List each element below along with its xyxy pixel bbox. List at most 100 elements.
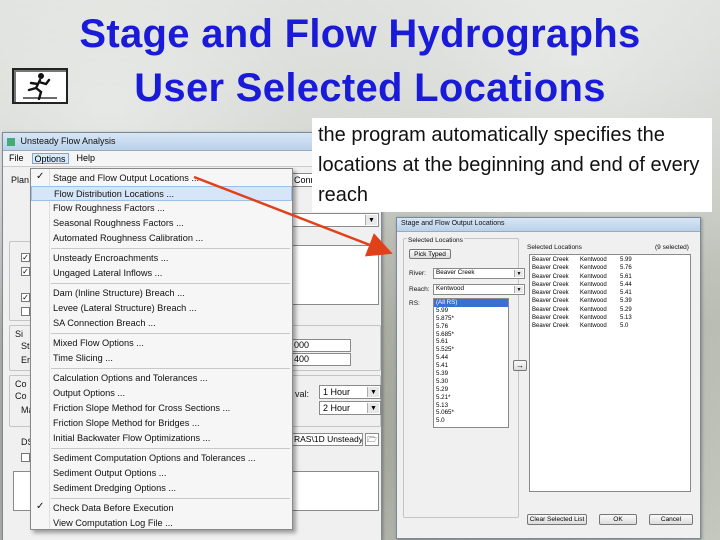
reach-dropdown[interactable]: Kentwood ▼ — [433, 284, 525, 295]
clear-selected-list-button[interactable]: Clear Selected List — [527, 514, 587, 525]
options-menu: Stage and Flow Output Locations ... ✓ Flow… — [30, 168, 293, 530]
checkbox-4[interactable] — [21, 307, 30, 316]
sim-label: Si — [15, 329, 24, 339]
selected-location-row[interactable]: Beaver Creek Kentwood 5.29 — [530, 306, 690, 314]
rs-list-item[interactable]: 5.99 — [434, 307, 508, 315]
menu-options[interactable]: Options — [31, 153, 69, 164]
menu-item-14[interactable]: Output Options ... — [31, 386, 292, 401]
selected-locations-group-label: Selected Locations — [407, 237, 464, 244]
menu-item-12[interactable]: Time Slicing ... — [31, 351, 292, 366]
rs-list-item[interactable]: 5.41 — [434, 362, 508, 370]
menu-item-7[interactable]: Ungaged Lateral Inflows ... — [31, 266, 292, 281]
location-river: Beaver Creek — [532, 298, 569, 305]
menu-item-22[interactable]: View Computation Log File ... — [31, 516, 292, 531]
rs-list-item[interactable]: 5.065* — [434, 409, 508, 417]
menu-item-13[interactable]: Calculation Options and Tolerances ... — [31, 371, 292, 386]
menu-help[interactable]: Help — [75, 153, 98, 164]
menu-item-15[interactable]: Friction Slope Method for Cross Sections… — [31, 401, 292, 416]
selected-location-row[interactable]: Beaver Creek Kentwood 5.13 — [530, 314, 690, 322]
rs-list-item[interactable]: 5.44 — [434, 354, 508, 362]
location-river: Beaver Creek — [532, 323, 569, 330]
co2-label: Co — [15, 391, 27, 401]
location-rs: 5.99 — [620, 257, 632, 263]
rs-list-item[interactable]: 5.29 — [434, 386, 508, 394]
end-time-field[interactable]: 400 — [291, 353, 351, 366]
location-reach: Kentwood — [580, 281, 607, 288]
folder-icon[interactable]: 🗁 — [365, 433, 379, 446]
add-location-button[interactable]: → — [513, 360, 527, 371]
rs-list-item[interactable]: 5.875* — [434, 315, 508, 323]
check-icon: ✓ — [36, 501, 45, 512]
window-title: Unsteady Flow Analysis — [20, 136, 116, 146]
chevron-down-icon: ▼ — [367, 403, 379, 413]
menu-item-18[interactable]: Sediment Computation Options and Toleran… — [31, 451, 292, 466]
rs-list-item[interactable]: 5.61 — [434, 338, 508, 346]
menu-item-21[interactable]: Check Data Before Execution — [31, 501, 292, 516]
menu-item-6[interactable]: Unsteady Encroachments ... — [31, 251, 292, 266]
menu-item-4[interactable]: Seasonal Roughness Factors ... — [31, 216, 292, 231]
menu-item-1[interactable]: Stage and Flow Output Locations ... — [31, 171, 292, 186]
menu-item-10[interactable]: SA Connection Breach ... — [31, 316, 292, 331]
menu-separator — [51, 333, 290, 334]
menu-item-8[interactable]: Dam (Inline Structure) Breach ... — [31, 286, 292, 301]
description-box[interactable] — [291, 245, 379, 305]
rs-label: RS: — [409, 300, 420, 307]
location-rs: 5.61 — [620, 273, 632, 280]
rs-list-item[interactable]: (All RS) — [434, 299, 508, 307]
selected-location-row[interactable]: Beaver Creek Kentwood 5.41 — [530, 289, 690, 297]
checkbox-5[interactable] — [21, 453, 30, 462]
slide-title-line1: Stage and Flow Hydrographs — [79, 12, 641, 56]
menu-item-5[interactable]: Automated Roughness Calibration ... — [31, 231, 292, 246]
menu-item-11[interactable]: Mixed Flow Options ... — [31, 336, 292, 351]
location-river: Beaver Creek — [532, 257, 569, 263]
location-rs: 5.44 — [620, 281, 632, 288]
selected-location-row[interactable]: Beaver Creek Kentwood 5.0 — [530, 322, 690, 330]
menu-item-17[interactable]: Initial Backwater Flow Optimizations ... — [31, 431, 292, 446]
checkbox-1[interactable]: ✓ — [21, 253, 30, 262]
checkbox-2[interactable]: ✓ — [21, 267, 30, 276]
checkbox-3[interactable]: ✓ — [21, 293, 30, 302]
location-rs: 5.41 — [620, 290, 632, 297]
cancel-button[interactable]: Cancel — [649, 514, 693, 525]
rs-list-item[interactable]: 5.685* — [434, 331, 508, 339]
co-label: Co — [15, 379, 27, 389]
menu-item-16[interactable]: Friction Slope Method for Bridges ... — [31, 416, 292, 431]
river-dropdown[interactable]: Beaver Creek ▼ — [433, 268, 525, 279]
location-reach: Kentwood — [580, 298, 607, 305]
menu-item-19[interactable]: Sediment Output Options ... — [31, 466, 292, 481]
menu-item-20[interactable]: Sediment Dredging Options ... — [31, 481, 292, 496]
selected-location-row[interactable]: Beaver Creek Kentwood 5.61 — [530, 273, 690, 281]
selected-location-row[interactable]: Beaver Creek Kentwood 5.99 — [530, 256, 690, 264]
rs-list-item[interactable]: 5.525* — [434, 346, 508, 354]
menu-file[interactable]: File — [7, 153, 26, 164]
menu-separator — [51, 248, 290, 249]
dss-path-field[interactable]: RAS\1D Unsteady — [291, 433, 363, 446]
menu-separator — [51, 368, 290, 369]
selected-location-row[interactable]: Beaver Creek Kentwood 5.76 — [530, 264, 690, 272]
rs-list-item[interactable]: 5.0 — [434, 417, 508, 425]
start-time-field[interactable]: 000 — [291, 339, 351, 352]
plan-dropdown[interactable]: ▼ — [291, 213, 379, 227]
chevron-down-icon: ▼ — [514, 270, 523, 277]
pick-typed-button[interactable]: Pick Typed — [409, 249, 451, 259]
location-reach: Kentwood — [580, 257, 607, 263]
computation-interval-dropdown[interactable]: 1 Hour ▼ — [319, 385, 381, 399]
selected-location-row[interactable]: Beaver Creek Kentwood 5.39 — [530, 297, 690, 305]
rs-list-item[interactable]: 5.39 — [434, 370, 508, 378]
output-locations-dialog: Stage and Flow Output Locations Selected… — [396, 217, 701, 539]
hydrograph-interval-dropdown[interactable]: 2 Hour ▼ — [319, 401, 381, 415]
ok-button[interactable]: OK — [599, 514, 637, 525]
selected-locations-list[interactable]: Beaver Creek Kentwood 5.99 Beaver Creek Kent… — [529, 254, 691, 492]
selected-location-row[interactable]: Beaver Creek Kentwood 5.44 — [530, 281, 690, 289]
menu-item-2[interactable]: Flow Distribution Locations ... — [31, 186, 292, 201]
location-reach: Kentwood — [580, 290, 607, 297]
rs-list-item[interactable]: 5.21* — [434, 394, 508, 402]
rs-list-item[interactable]: 5.13 — [434, 402, 508, 410]
menu-separator — [51, 498, 290, 499]
rs-list-item[interactable]: 5.30 — [434, 378, 508, 386]
rs-list-item[interactable]: 5.76 — [434, 323, 508, 331]
location-rs: 5.13 — [620, 315, 632, 322]
rs-listbox[interactable]: (All RS) 5.99 5.875* 5.76 5.685* 5.61 5.525* 5.… — [433, 298, 509, 428]
menu-item-9[interactable]: Levee (Lateral Structure) Breach ... — [31, 301, 292, 316]
menu-item-3[interactable]: Flow Roughness Factors ... — [31, 201, 292, 216]
